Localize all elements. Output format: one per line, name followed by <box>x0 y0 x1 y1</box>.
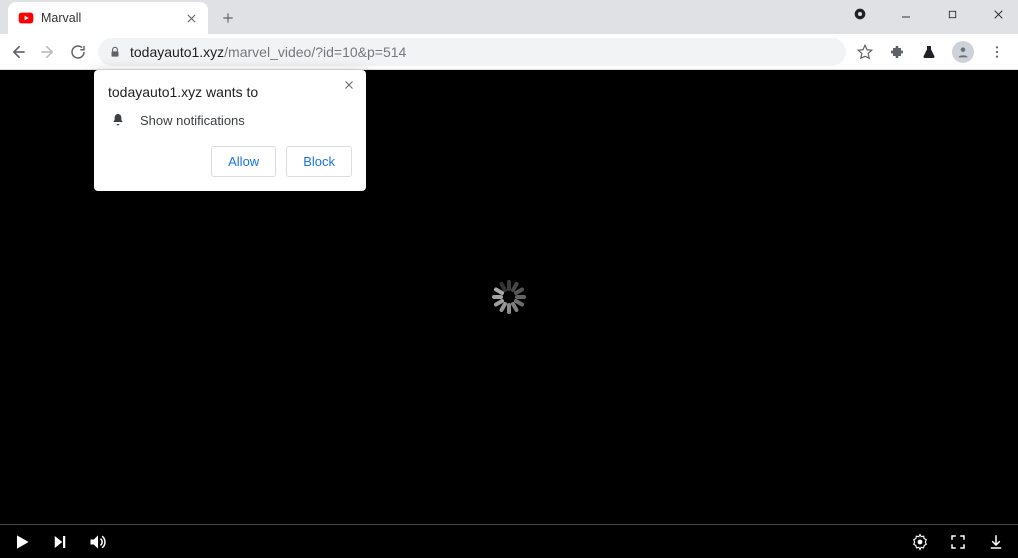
popup-close-icon[interactable] <box>340 76 358 94</box>
settings-gear-icon[interactable] <box>910 532 930 552</box>
tab-favicon-youtube-icon <box>18 10 34 26</box>
popup-permission-label: Show notifications <box>140 113 245 128</box>
bookmark-star-icon[interactable] <box>856 43 874 61</box>
popup-title: todayauto1.xyz wants to <box>108 84 352 100</box>
download-icon[interactable] <box>986 532 1006 552</box>
nav-forward-button <box>38 42 58 62</box>
url-rest: /marvel_video/?id=10&p=514 <box>224 44 406 60</box>
incognito-or-shield-icon[interactable] <box>846 4 874 24</box>
nav-back-button[interactable] <box>8 42 28 62</box>
window-controls <box>846 4 1012 24</box>
address-bar[interactable]: todayauto1.xyz/marvel_video/?id=10&p=514 <box>98 38 846 66</box>
window-close-button[interactable] <box>984 4 1012 24</box>
nav-reload-button[interactable] <box>68 42 88 62</box>
profile-avatar-icon[interactable] <box>952 41 974 63</box>
video-content-area[interactable]: todayauto1.xyz wants to Show notificatio… <box>0 70 1018 524</box>
browser-tab[interactable]: Marvall <box>8 2 208 34</box>
url-domain: todayauto1.xyz <box>130 44 224 60</box>
url-text: todayauto1.xyz/marvel_video/?id=10&p=514 <box>130 44 406 60</box>
lab-flask-icon[interactable] <box>920 43 938 61</box>
browser-toolbar: todayauto1.xyz/marvel_video/?id=10&p=514 <box>0 34 1018 70</box>
window-minimize-button[interactable] <box>892 4 920 24</box>
kebab-menu-icon[interactable] <box>988 43 1006 61</box>
block-button[interactable]: Block <box>286 146 352 177</box>
loading-spinner-icon <box>487 275 531 319</box>
new-tab-button[interactable] <box>214 4 242 32</box>
extensions-icon[interactable] <box>888 43 906 61</box>
fullscreen-icon[interactable] <box>948 532 968 552</box>
allow-button[interactable]: Allow <box>211 146 276 177</box>
play-icon[interactable] <box>12 532 32 552</box>
bell-icon <box>110 112 126 128</box>
volume-icon[interactable] <box>88 532 108 552</box>
notification-permission-popup: todayauto1.xyz wants to Show notificatio… <box>94 70 366 191</box>
window-maximize-button[interactable] <box>938 4 966 24</box>
site-lock-icon[interactable] <box>108 45 122 59</box>
video-control-bar <box>0 524 1018 558</box>
popup-permission-row: Show notifications <box>108 112 352 128</box>
next-track-icon[interactable] <box>50 532 70 552</box>
toolbar-right-actions <box>856 41 1010 63</box>
tab-close-icon[interactable] <box>184 11 198 25</box>
tab-title: Marvall <box>41 11 177 25</box>
browser-titlebar: Marvall <box>0 0 1018 34</box>
